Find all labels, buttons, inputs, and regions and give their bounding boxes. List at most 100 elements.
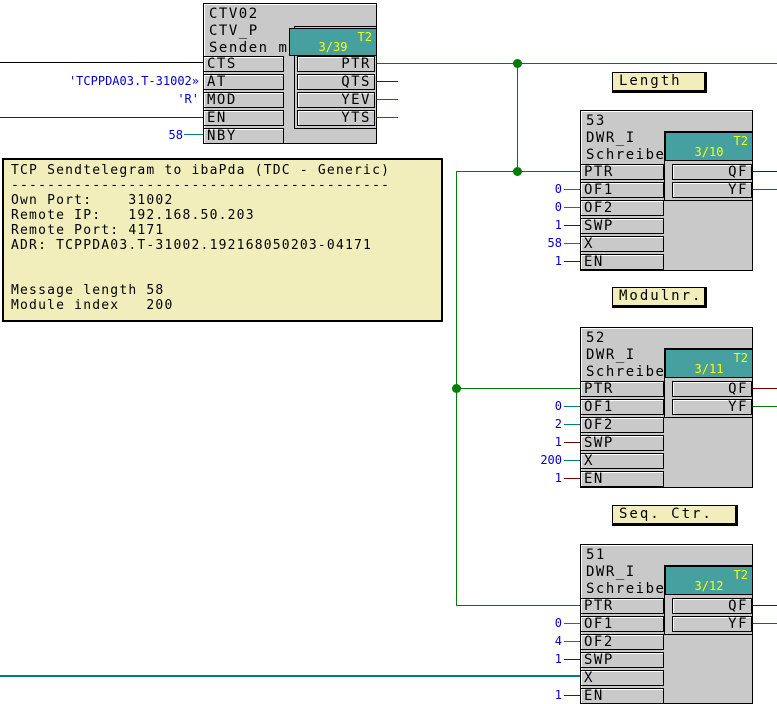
wire-52-of1-stub bbox=[564, 406, 580, 407]
task-position: 3/10 bbox=[666, 145, 752, 159]
function-block-53[interactable]: 53 DWR_I Schreibe T2 3/10 PTR OF1 OF2 SW… bbox=[580, 110, 753, 271]
comment-box[interactable]: TCP Sendtelegram to ibaPda (TDC - Generi… bbox=[2, 158, 443, 322]
pin-cts[interactable]: CTS bbox=[203, 56, 284, 72]
value-at[interactable]: 'TCPPDA03.T-31002» bbox=[19, 73, 199, 89]
value-53-x[interactable]: 58 bbox=[518, 235, 562, 251]
block-type: DWR_I bbox=[586, 564, 636, 580]
pin-nby[interactable]: NBY bbox=[203, 128, 284, 144]
function-block-51[interactable]: 51 DWR_I Schreibe T2 3/12 PTR OF1 OF2 SW… bbox=[580, 544, 753, 704]
pin-yf[interactable]: YF bbox=[672, 182, 752, 198]
pin-of2[interactable]: OF2 bbox=[580, 634, 664, 650]
value-53-en[interactable]: 1 bbox=[518, 253, 562, 269]
value-51-en[interactable]: 1 bbox=[518, 687, 562, 703]
value-53-of2[interactable]: 0 bbox=[518, 199, 562, 215]
wire-ptr-bus-top bbox=[377, 63, 777, 64]
value-nby[interactable]: 58 bbox=[139, 127, 183, 143]
pin-ptr[interactable]: PTR bbox=[580, 164, 664, 180]
value-51-of2[interactable]: 4 bbox=[518, 633, 562, 649]
task-badge[interactable]: T2 3/11 bbox=[665, 349, 753, 378]
value-53-swp[interactable]: 1 bbox=[518, 217, 562, 233]
pin-yf[interactable]: YF bbox=[672, 399, 752, 415]
pin-x[interactable]: X bbox=[580, 236, 664, 252]
block-type: DWR_I bbox=[586, 130, 636, 146]
wire-51-en-stub bbox=[564, 695, 580, 696]
pin-en[interactable]: EN bbox=[580, 254, 664, 270]
wire-51-swp-stub bbox=[564, 659, 580, 660]
value-52-of1[interactable]: 0 bbox=[518, 398, 562, 414]
task-position: 3/39 bbox=[290, 40, 376, 54]
cfc-diagram-canvas: CTV02 CTV_P Senden m T2 3/39 CTS AT MOD … bbox=[0, 0, 777, 704]
junction-dot-block53 bbox=[513, 167, 522, 176]
pin-ptr[interactable]: PTR bbox=[580, 598, 664, 614]
pin-yts[interactable]: YTS bbox=[297, 110, 375, 126]
wire-52-swp-stub bbox=[564, 442, 580, 443]
value-52-of2[interactable]: 2 bbox=[518, 416, 562, 432]
block-id: 51 bbox=[586, 547, 606, 563]
wire-yts-output bbox=[377, 117, 398, 118]
value-51-swp[interactable]: 1 bbox=[518, 651, 562, 667]
pin-swp[interactable]: SWP bbox=[580, 435, 664, 451]
pin-swp[interactable]: SWP bbox=[580, 652, 664, 668]
task-position: 3/12 bbox=[666, 579, 752, 593]
block-id: 52 bbox=[586, 330, 606, 346]
block-comment: Schreibe bbox=[586, 364, 665, 380]
pin-qts[interactable]: QTS bbox=[297, 74, 375, 90]
pin-swp[interactable]: SWP bbox=[580, 218, 664, 234]
pin-of2[interactable]: OF2 bbox=[580, 200, 664, 216]
function-block-52[interactable]: 52 DWR_I Schreibe T2 3/11 PTR OF1 OF2 SW… bbox=[580, 327, 753, 488]
pin-yf[interactable]: YF bbox=[672, 616, 752, 632]
pin-of1[interactable]: OF1 bbox=[580, 182, 664, 198]
task-badge[interactable]: T2 3/39 bbox=[289, 28, 377, 56]
pin-ptr[interactable]: PTR bbox=[297, 56, 375, 72]
pin-of1[interactable]: OF1 bbox=[580, 399, 664, 415]
function-block-ctv02[interactable]: CTV02 CTV_P Senden m T2 3/39 CTS AT MOD … bbox=[203, 3, 377, 144]
pin-x[interactable]: X bbox=[580, 453, 664, 469]
pin-yev[interactable]: YEV bbox=[297, 92, 375, 108]
pin-ptr[interactable]: PTR bbox=[580, 381, 664, 397]
wire-51-yf-output bbox=[753, 623, 777, 624]
wire-52-of2-stub bbox=[564, 424, 580, 425]
block-comment: Senden m bbox=[209, 40, 288, 56]
task-badge[interactable]: T2 3/10 bbox=[665, 132, 753, 161]
wire-en-input bbox=[0, 117, 203, 118]
wire-ptr-to-block52 bbox=[456, 388, 580, 389]
pin-of2[interactable]: OF2 bbox=[580, 417, 664, 433]
task-badge[interactable]: T2 3/12 bbox=[665, 566, 753, 595]
pin-en[interactable]: EN bbox=[580, 688, 664, 704]
label-modulnr[interactable]: Modulnr. bbox=[612, 287, 707, 308]
pin-at[interactable]: AT bbox=[203, 74, 284, 90]
wire-53-of1-stub bbox=[564, 189, 580, 190]
pin-en[interactable]: EN bbox=[580, 471, 664, 487]
wire-52-en-stub bbox=[564, 478, 580, 479]
label-length[interactable]: Length bbox=[612, 72, 707, 93]
pin-qf[interactable]: QF bbox=[672, 381, 752, 397]
label-seq-ctr[interactable]: Seq. Ctr. bbox=[612, 505, 738, 526]
wire-ptr-vertical-1 bbox=[517, 63, 518, 172]
wire-53-x-stub bbox=[564, 243, 580, 244]
wire-ptr-to-block51 bbox=[456, 605, 580, 606]
pin-en[interactable]: EN bbox=[203, 110, 284, 126]
value-52-swp[interactable]: 1 bbox=[518, 434, 562, 450]
wire-53-swp-stub bbox=[564, 225, 580, 226]
wire-53-yf-output bbox=[753, 189, 777, 190]
value-51-of1[interactable]: 0 bbox=[518, 615, 562, 631]
wire-53-en-stub bbox=[564, 261, 580, 262]
value-53-of1[interactable]: 0 bbox=[518, 181, 562, 197]
wire-cts-input bbox=[0, 62, 203, 63]
pin-qf[interactable]: QF bbox=[672, 164, 752, 180]
pin-qf[interactable]: QF bbox=[672, 598, 752, 614]
pin-of1[interactable]: OF1 bbox=[580, 616, 664, 632]
value-mod[interactable]: 'R' bbox=[19, 91, 199, 107]
block-type: DWR_I bbox=[586, 347, 636, 363]
block-id: 53 bbox=[586, 113, 606, 129]
task-position: 3/11 bbox=[666, 362, 752, 376]
value-52-en[interactable]: 1 bbox=[518, 470, 562, 486]
value-52-x[interactable]: 200 bbox=[518, 452, 562, 468]
wire-yev-output bbox=[377, 99, 398, 100]
pin-mod[interactable]: MOD bbox=[203, 92, 284, 108]
wire-51-of2-stub bbox=[564, 641, 580, 642]
pin-x[interactable]: X bbox=[580, 670, 664, 686]
wire-53-of2-stub bbox=[564, 207, 580, 208]
wire-52-yf-output bbox=[753, 406, 777, 407]
block-comment: Schreibe bbox=[586, 581, 665, 597]
